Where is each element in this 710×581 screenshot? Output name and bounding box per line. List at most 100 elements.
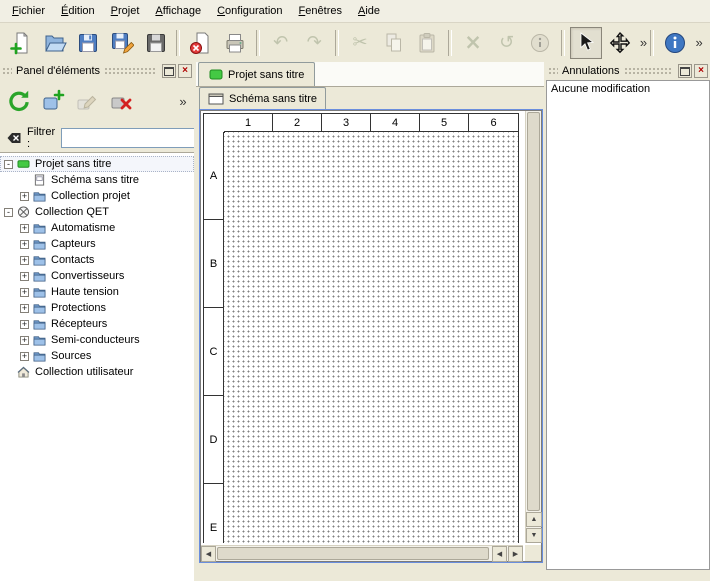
filter-label: Filtrer :: [27, 126, 55, 150]
tree-item-convertisseurs[interactable]: + Convertisseurs: [0, 268, 194, 284]
menu-fenetres[interactable]: Fenêtres: [291, 2, 350, 20]
menu-configuration[interactable]: Configuration: [209, 2, 290, 20]
print-button[interactable]: [219, 27, 251, 59]
redo-button[interactable]: ↷: [298, 27, 330, 59]
menu-projet[interactable]: Projet: [103, 2, 148, 20]
save-all-button[interactable]: [140, 27, 172, 59]
tree-item-label: Collection projet: [51, 188, 130, 204]
elements-panel-titlebar[interactable]: Panel d'éléments ×: [0, 62, 194, 80]
tab-schema-sans-titre[interactable]: Schéma sans titre: [199, 87, 326, 110]
scroll-left-button-2[interactable]: ◀: [492, 546, 507, 562]
expand-expander[interactable]: +: [20, 336, 29, 345]
float-panel-button[interactable]: [678, 64, 692, 78]
delete-element-button[interactable]: [106, 86, 136, 116]
folder-icon: [33, 270, 47, 282]
expand-expander[interactable]: +: [20, 240, 29, 249]
tree-item-semi-conducteurs[interactable]: + Semi-conducteurs: [0, 332, 194, 348]
vertical-scroll-thumb[interactable]: [527, 112, 540, 511]
tab-projet-sans-titre[interactable]: Projet sans titre: [198, 62, 315, 86]
right-arrow-icon: ▶: [513, 550, 518, 558]
expand-expander[interactable]: +: [20, 224, 29, 233]
expand-expander[interactable]: +: [20, 256, 29, 265]
rotate-button[interactable]: ↺: [491, 27, 523, 59]
save-button[interactable]: [72, 27, 104, 59]
tree-item-capteurs[interactable]: + Capteurs: [0, 236, 194, 252]
expand-expander[interactable]: +: [20, 272, 29, 281]
toolbar-extension-button-2[interactable]: »: [692, 29, 706, 57]
undo-panel-title: Annulations: [562, 65, 620, 77]
folder-icon: [33, 190, 47, 202]
scroll-left-button[interactable]: ◀: [201, 546, 216, 562]
menu-aide[interactable]: Aide: [350, 2, 388, 20]
dot-grid[interactable]: [224, 132, 518, 543]
row-header: B: [204, 220, 224, 308]
undo-button[interactable]: ↶: [265, 27, 297, 59]
collapse-expander[interactable]: -: [4, 208, 13, 217]
undo-panel-titlebar[interactable]: Annulations ×: [546, 62, 710, 80]
tree-item-collection-utilisateur[interactable]: Collection utilisateur: [0, 364, 194, 380]
tree-item-haute-tension[interactable]: + Haute tension: [0, 284, 194, 300]
float-panel-button[interactable]: [162, 64, 176, 78]
filter-input[interactable]: [61, 128, 209, 148]
menu-fichier[interactable]: Fichier: [4, 2, 53, 20]
close-file-button[interactable]: [185, 27, 217, 59]
scroll-right-button[interactable]: ▶: [508, 546, 523, 562]
scroll-down-button[interactable]: ▼: [526, 528, 542, 543]
about-button[interactable]: [659, 27, 691, 59]
tree-item-collection-projet[interactable]: + Collection projet: [0, 188, 194, 204]
dock-grip: [104, 67, 156, 75]
collapse-expander[interactable]: -: [4, 160, 13, 169]
menu-affichage[interactable]: Affichage: [147, 2, 209, 20]
column-header: 2: [273, 114, 322, 132]
open-project-button[interactable]: [39, 27, 71, 59]
toolbar-separator: [176, 30, 180, 56]
clear-filter-icon[interactable]: [6, 130, 22, 146]
schema-canvas[interactable]: 1 2 3 4 5 6 A B C D E: [201, 111, 523, 543]
save-as-button[interactable]: [106, 27, 138, 59]
new-project-button[interactable]: [5, 27, 37, 59]
redo-icon: ↷: [307, 34, 322, 52]
elements-panel: Panel d'éléments × » Filtrer :: [0, 62, 194, 581]
tree-item-label: Capteurs: [51, 236, 96, 252]
toolbar-extension-button[interactable]: »: [637, 29, 651, 57]
panel-extension-button[interactable]: »: [176, 87, 190, 115]
expand-expander[interactable]: +: [20, 192, 29, 201]
tree-item-collection-qet[interactable]: - Collection QET: [0, 204, 194, 220]
tree-item-sources[interactable]: + Sources: [0, 348, 194, 364]
edit-element-button[interactable]: [72, 86, 102, 116]
expand-expander[interactable]: +: [20, 320, 29, 329]
tree-item-protections[interactable]: + Protections: [0, 300, 194, 316]
select-mode-button[interactable]: [570, 27, 602, 59]
paste-button[interactable]: [412, 27, 444, 59]
pan-mode-button[interactable]: [604, 27, 636, 59]
copy-button[interactable]: [378, 27, 410, 59]
column-header: 3: [322, 114, 371, 132]
tree-item-recepteurs[interactable]: + Récepteurs: [0, 316, 194, 332]
delete-button[interactable]: ×: [457, 27, 489, 59]
close-panel-button[interactable]: ×: [694, 64, 708, 78]
reload-collections-button[interactable]: [4, 86, 34, 116]
expand-expander[interactable]: +: [20, 352, 29, 361]
toolbar-separator: [335, 30, 339, 56]
undo-history-list[interactable]: Aucune modification: [546, 80, 710, 570]
cut-button[interactable]: ✂: [344, 27, 376, 59]
menu-edition[interactable]: Édition: [53, 2, 103, 20]
tree-item-automatisme[interactable]: + Automatisme: [0, 220, 194, 236]
scroll-up-button[interactable]: ▲: [526, 512, 542, 527]
row-headers: A B C D E: [204, 132, 224, 543]
horizontal-scrollbar[interactable]: ◀ ◀ ▶: [201, 545, 523, 561]
tree-item-label: Automatisme: [51, 220, 115, 236]
vertical-scrollbar[interactable]: ▲ ▼: [525, 111, 541, 543]
move-arrows-icon: [608, 31, 632, 55]
toolbar-separator: [448, 30, 452, 56]
expand-expander[interactable]: +: [20, 288, 29, 297]
close-panel-button[interactable]: ×: [178, 64, 192, 78]
undo-panel: Annulations × Aucune modification: [546, 62, 710, 581]
edit-info-button[interactable]: [525, 27, 557, 59]
expand-expander[interactable]: +: [20, 304, 29, 313]
tree-item-schema-sans-titre[interactable]: Schéma sans titre: [0, 172, 194, 188]
tree-item-contacts[interactable]: + Contacts: [0, 252, 194, 268]
new-element-button[interactable]: [38, 86, 68, 116]
tree-item-projet-sans-titre[interactable]: - Projet sans titre: [0, 156, 194, 172]
horizontal-scroll-thumb[interactable]: [217, 547, 489, 560]
